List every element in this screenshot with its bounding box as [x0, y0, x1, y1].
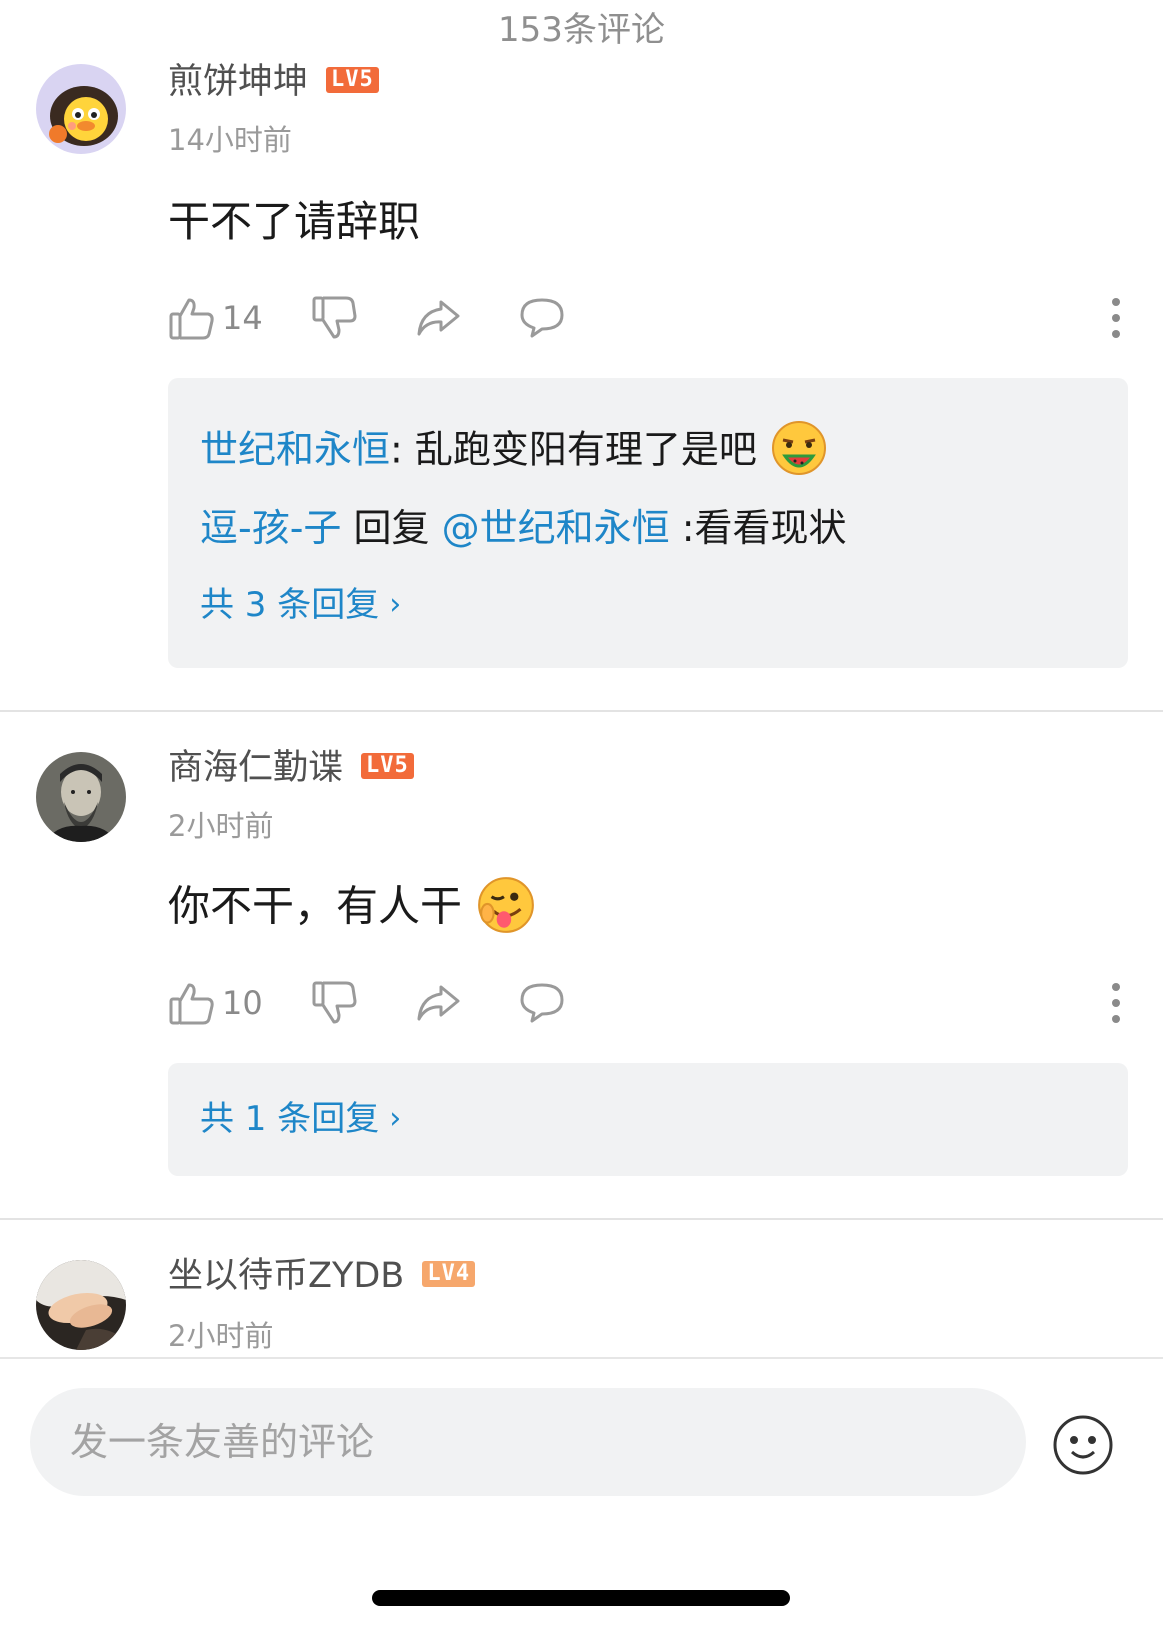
avatar[interactable] [36, 1260, 126, 1350]
level-badge: LV5 [361, 753, 414, 779]
reply-text: 乱跑变阳有理了是吧 [414, 427, 757, 472]
thumbs-down-icon [312, 296, 357, 339]
like-button[interactable]: 14 [168, 290, 263, 346]
reply-username[interactable]: 世纪和永恒 [200, 428, 390, 472]
reply-button[interactable] [518, 975, 566, 1031]
avatar[interactable] [36, 64, 126, 154]
share-button[interactable] [414, 290, 462, 346]
username[interactable]: 商海仁勤谍 LV5 [168, 746, 414, 790]
reply-mention[interactable]: @世纪和永恒 [442, 506, 670, 550]
comment-count-title: 153条评论 [498, 10, 665, 50]
comment-text: 你不干，有人干 [168, 877, 537, 940]
comment-icon [520, 983, 564, 1023]
watermelon-face-emoji-icon [772, 421, 827, 475]
avatar-portrait-icon [36, 752, 126, 842]
comment-input[interactable]: 发一条友善的评论 [30, 1388, 1026, 1496]
thumbs-up-icon [169, 298, 214, 340]
reply-button[interactable] [518, 290, 566, 346]
wink-tongue-emoji-icon [478, 877, 535, 933]
thumbs-down-icon [312, 981, 357, 1024]
reply-text: :看看现状 [669, 506, 847, 550]
dislike-button[interactable] [310, 290, 358, 346]
chevron-right-icon: › [389, 1101, 402, 1136]
reply-preview-box[interactable]: 世纪和永恒: 乱跑变阳有理了是吧 逗-孩-子 回复 @世纪和永恒 :看看现状 共… [168, 378, 1128, 668]
home-indicator [372, 1590, 790, 1606]
like-button[interactable]: 10 [168, 975, 263, 1031]
dislike-button[interactable] [310, 975, 358, 1031]
reply-preview-box[interactable]: 共 1 条回复 › [168, 1063, 1128, 1176]
reply-item: 逗-孩-子 回复 @世纪和永恒 :看看现状 [200, 506, 847, 550]
divider [0, 710, 1163, 712]
level-badge: LV4 [422, 1261, 476, 1287]
avatar[interactable] [36, 752, 126, 842]
more-vertical-icon[interactable] [1104, 979, 1128, 1027]
footer-divider [0, 1357, 1163, 1359]
chevron-right-icon: › [389, 587, 402, 622]
level-badge: LV5 [326, 67, 379, 93]
thumbs-up-icon [169, 983, 214, 1025]
comment-time: 14小时前 [168, 123, 292, 157]
comment-text: 干不了请辞职 [168, 197, 421, 246]
emoji-icon[interactable] [1052, 1414, 1114, 1476]
like-count: 10 [222, 984, 263, 1022]
avatar-hands-icon [36, 1260, 126, 1350]
avatar-duck-icon [36, 64, 126, 154]
comment-time: 2小时前 [168, 809, 274, 843]
comment-actions: 14 [168, 290, 1128, 346]
username[interactable]: 煎饼坤坤 LV5 [168, 60, 379, 104]
view-replies-link[interactable]: 共 1 条回复 › [200, 1097, 401, 1143]
comment-time: 2小时前 [168, 1319, 274, 1353]
share-icon [417, 300, 460, 336]
comment-icon [520, 298, 564, 338]
share-button[interactable] [414, 975, 462, 1031]
reply-item: 世纪和永恒: 乱跑变阳有理了是吧 [200, 421, 829, 482]
view-replies-link[interactable]: 共 3 条回复 › [200, 583, 401, 629]
share-icon [417, 985, 460, 1021]
divider [0, 1218, 1163, 1220]
reply-username[interactable]: 逗-孩-子 [200, 506, 341, 550]
more-vertical-icon[interactable] [1104, 294, 1128, 342]
comment-input-placeholder: 发一条友善的评论 [70, 1420, 375, 1464]
username[interactable]: 坐以待币ZYDB LV4 [168, 1254, 476, 1298]
comment-actions: 10 [168, 975, 1128, 1031]
like-count: 14 [222, 299, 263, 337]
